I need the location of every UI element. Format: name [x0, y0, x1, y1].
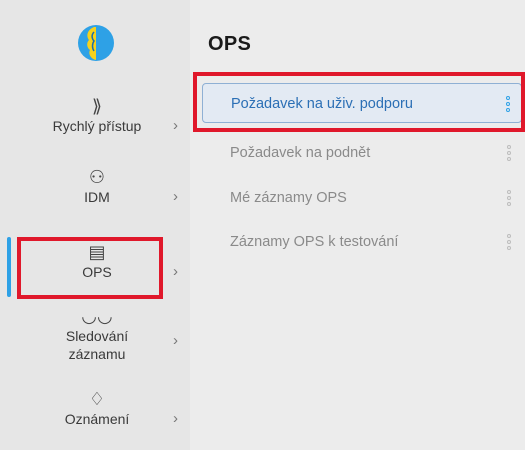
- more-options-icon[interactable]: [505, 84, 511, 124]
- rail-item-ops[interactable]: ▤ OPS ›: [12, 241, 182, 303]
- submenu-panel: OPS Požadavek na uživ. podporu Požadavek…: [190, 0, 525, 450]
- menu-item-label: Mé záznamy OPS: [230, 190, 347, 206]
- menu-item-label: Záznamy OPS k testování: [230, 234, 399, 250]
- app-window: ⟫ Rychlý přístup › ⚇ IDM › ▤ OPS › ◡◡ Sl…: [0, 0, 525, 450]
- glasses-icon: ◡◡: [81, 306, 113, 326]
- rail-item-label: OPS: [82, 264, 112, 280]
- bell-icon: ♢: [88, 389, 106, 409]
- menu-item-my-ops-records[interactable]: Mé záznamy OPS: [202, 178, 522, 218]
- rail-item-label-line1: Sledování: [65, 328, 129, 344]
- chevron-right-icon: ›: [173, 263, 178, 280]
- active-indicator: [7, 237, 11, 297]
- more-options-icon[interactable]: [506, 178, 512, 218]
- side-rail: ⟫ Rychlý přístup › ⚇ IDM › ▤ OPS › ◡◡ Sl…: [0, 0, 190, 450]
- rail-item-idm[interactable]: ⚇ IDM ›: [12, 166, 182, 228]
- panel-title: OPS: [208, 33, 252, 55]
- chevrons-right-icon: ⟫: [91, 96, 102, 116]
- chevron-right-icon: ›: [173, 332, 178, 349]
- menu-item-label: Požadavek na podnět: [230, 145, 371, 161]
- more-options-icon[interactable]: [506, 133, 512, 173]
- rail-item-label-line2: záznamu: [68, 346, 126, 362]
- rail-item-label: Rychlý přístup: [52, 118, 142, 134]
- menu-item-suggestion-request[interactable]: Požadavek na podnět: [202, 133, 522, 173]
- rail-item-label: Oznámení: [64, 411, 130, 427]
- app-logo-icon[interactable]: [77, 24, 115, 62]
- rail-item-quick-access[interactable]: ⟫ Rychlý přístup ›: [12, 95, 182, 157]
- rail-item-record-tracking[interactable]: ◡◡ Sledování záznamu ›: [12, 305, 182, 377]
- rail-item-label: IDM: [84, 189, 110, 205]
- chevron-right-icon: ›: [173, 188, 178, 205]
- more-options-icon[interactable]: [506, 222, 512, 262]
- user-card-icon: ⚇: [88, 167, 106, 187]
- chevron-right-icon: ›: [173, 410, 178, 427]
- menu-item-user-support-request[interactable]: Požadavek na uživ. podporu: [202, 83, 522, 123]
- menu-item-ops-records-testing[interactable]: Záznamy OPS k testování: [202, 222, 522, 262]
- chevron-right-icon: ›: [173, 117, 178, 134]
- menu-item-label: Požadavek na uživ. podporu: [231, 96, 413, 112]
- document-icon: ▤: [88, 242, 106, 262]
- rail-item-notifications[interactable]: ♢ Oznámení ›: [12, 388, 182, 450]
